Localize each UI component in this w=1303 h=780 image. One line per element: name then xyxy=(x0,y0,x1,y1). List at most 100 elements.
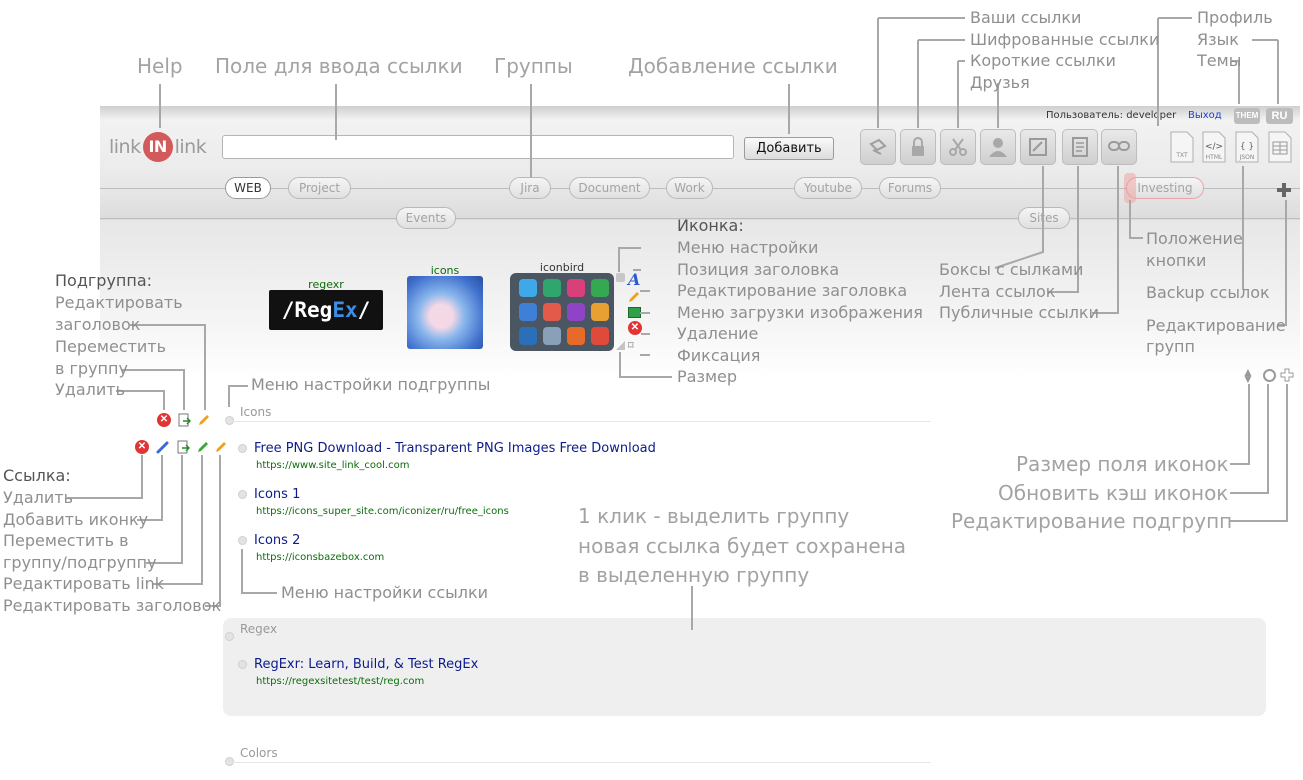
backup-json-button[interactable]: { } JSON xyxy=(1232,129,1262,165)
ann-sub-edit-title-2: заголовок xyxy=(55,315,141,334)
boxes-icon xyxy=(1029,138,1047,156)
icon-delete-icon[interactable]: ✕ xyxy=(628,321,642,335)
language-button[interactable]: RU xyxy=(1266,108,1293,124)
iconbird-tile[interactable] xyxy=(510,273,614,351)
ann-edit-groups: Редактирование xyxy=(1146,316,1286,335)
user-label: Пользователь: developer xyxy=(1046,110,1176,121)
pin-icon[interactable]: ⌑ xyxy=(628,340,641,353)
logo-text-right: link xyxy=(174,136,207,158)
link-edit-link-icon[interactable] xyxy=(196,440,210,454)
ann-click-note-1: 1 клик - выделить группу xyxy=(578,504,850,528)
svg-text:JSON: JSON xyxy=(1239,154,1255,161)
edit-groups-plus-icon[interactable] xyxy=(1276,182,1292,198)
ann-link-boxes: Боксы с сылками xyxy=(939,260,1084,279)
ann-icon-size: Размер xyxy=(677,367,738,386)
refresh-cache-icon[interactable] xyxy=(1263,369,1276,382)
link-add-icon-icon[interactable] xyxy=(155,440,169,454)
public-links-button[interactable] xyxy=(1101,129,1137,165)
tab-youtube[interactable]: Youtube xyxy=(794,177,862,199)
ann-link-heading: Ссылка: xyxy=(3,466,71,485)
ann-icon-fix: Фиксация xyxy=(677,346,761,365)
ann-link-edit-link: Редактировать link xyxy=(3,574,165,593)
title-position-icon[interactable]: A xyxy=(628,270,640,289)
logo[interactable]: link IN link xyxy=(109,132,207,162)
tab-forums[interactable]: Forums xyxy=(879,177,941,199)
friends-button[interactable] xyxy=(980,129,1016,165)
regexr-tile[interactable]: /RegEx/ xyxy=(269,290,383,330)
encrypted-links-button[interactable] xyxy=(900,129,936,165)
ann-add-link: Добавление ссылки xyxy=(628,54,838,78)
short-links-button[interactable] xyxy=(940,129,976,165)
tab-work[interactable]: Work xyxy=(666,177,713,199)
ann-link-feed: Лента ссылок xyxy=(939,282,1056,301)
icon-settings-menu-icon[interactable] xyxy=(616,273,625,282)
ann-sub-delete: Удалить xyxy=(55,380,125,399)
your-links-button[interactable] xyxy=(860,129,896,165)
tab-document[interactable]: Document xyxy=(569,177,650,199)
icon-field-size-icon[interactable]: ▲ ▼ xyxy=(1242,366,1254,385)
regexr-logo-c: / xyxy=(357,298,371,322)
ann-language: Язык xyxy=(1197,30,1239,49)
icons-tile[interactable] xyxy=(407,276,483,349)
ann-image-upload: Меню загрузки изображения xyxy=(677,303,923,322)
ann-subgroup-menu: Меню настройки подгруппы xyxy=(251,375,491,394)
tab-events[interactable]: Events xyxy=(396,207,456,229)
backup-html-button[interactable]: </> HTML xyxy=(1199,129,1229,165)
link-settings-radio[interactable] xyxy=(238,660,247,669)
ann-edit-groups-2: групп xyxy=(1146,337,1195,356)
ann-groups: Группы xyxy=(494,54,573,78)
group-title-icons[interactable]: Icons xyxy=(240,405,271,419)
link-url[interactable]: https://www.site_link_cool.com xyxy=(256,460,409,471)
image-upload-icon[interactable] xyxy=(628,307,641,318)
pencil-icon[interactable] xyxy=(628,290,640,302)
link-title[interactable]: Icons 2 xyxy=(254,533,300,548)
logout-text[interactable]: Выход xyxy=(1188,110,1222,121)
tab-investing[interactable]: Investing xyxy=(1126,177,1204,199)
lock-icon xyxy=(912,137,924,156)
ann-icon-heading: Иконка: xyxy=(677,216,744,235)
link-url[interactable]: https://regexsitetest/test/reg.com xyxy=(256,676,424,687)
url-input[interactable] xyxy=(222,135,734,159)
logo-text-left: link xyxy=(109,136,141,158)
link-settings-radio[interactable] xyxy=(238,490,247,499)
ann-click-note-2: новая ссылка будет сохранена xyxy=(578,534,907,558)
add-link-button[interactable]: Добавить xyxy=(744,137,834,160)
logout-link[interactable]: Выход xyxy=(1188,110,1222,121)
button-position-marker[interactable] xyxy=(1124,173,1136,203)
tab-sites[interactable]: Sites xyxy=(1018,207,1070,229)
link-boxes-button[interactable] xyxy=(1020,129,1056,165)
link-feed-button[interactable] xyxy=(1062,129,1098,165)
group-title-colors[interactable]: Colors xyxy=(240,746,278,760)
subgroup-edit-title-icon[interactable] xyxy=(197,413,211,427)
resize-icon[interactable] xyxy=(616,341,625,350)
link-delete-icon[interactable]: ✕ xyxy=(135,440,149,454)
link-settings-radio[interactable] xyxy=(238,536,247,545)
public-link-icon xyxy=(1108,141,1130,151)
subgroup-move-icon[interactable] xyxy=(177,413,191,427)
theme-button[interactable]: THEM xyxy=(1234,108,1260,124)
link-title[interactable]: Icons 1 xyxy=(254,487,300,502)
tab-web[interactable]: WEB xyxy=(225,177,271,199)
backup-txt-button[interactable]: TXT xyxy=(1167,129,1197,165)
link-title[interactable]: Free PNG Download - Transparent PNG Imag… xyxy=(254,441,656,456)
link-url[interactable]: https://icons_super_site.com/iconizer/ru… xyxy=(256,506,509,517)
link-move-icon[interactable] xyxy=(176,440,190,454)
tab-project[interactable]: Project xyxy=(288,177,351,199)
edit-subgroups-plus-icon[interactable] xyxy=(1280,368,1294,382)
backup-xml-button[interactable] xyxy=(1265,129,1295,165)
ann-title-position: Позиция заголовка xyxy=(677,260,840,279)
link-settings-radio[interactable] xyxy=(238,444,247,453)
link-edit-title-icon[interactable] xyxy=(214,440,228,454)
group-radio[interactable] xyxy=(225,632,234,641)
tab-jira[interactable]: Jira xyxy=(509,177,551,199)
group-title-regex[interactable]: Regex xyxy=(240,622,277,636)
ann-icon-delete: Удаление xyxy=(677,324,759,343)
link-title[interactable]: RegExr: Learn, Build, & Test RegEx xyxy=(254,657,478,672)
regexr-logo-a: /Reg xyxy=(281,298,333,322)
subgroup-delete-icon[interactable]: ✕ xyxy=(157,413,171,427)
html-file-icon: </> HTML xyxy=(1202,131,1226,163)
ann-icon-settings: Меню настройки xyxy=(677,238,819,257)
link-url[interactable]: https://iconsbazebox.com xyxy=(256,552,384,563)
username-text: Пользователь: developer xyxy=(1046,110,1177,121)
help-icon[interactable]: IN xyxy=(142,132,173,162)
